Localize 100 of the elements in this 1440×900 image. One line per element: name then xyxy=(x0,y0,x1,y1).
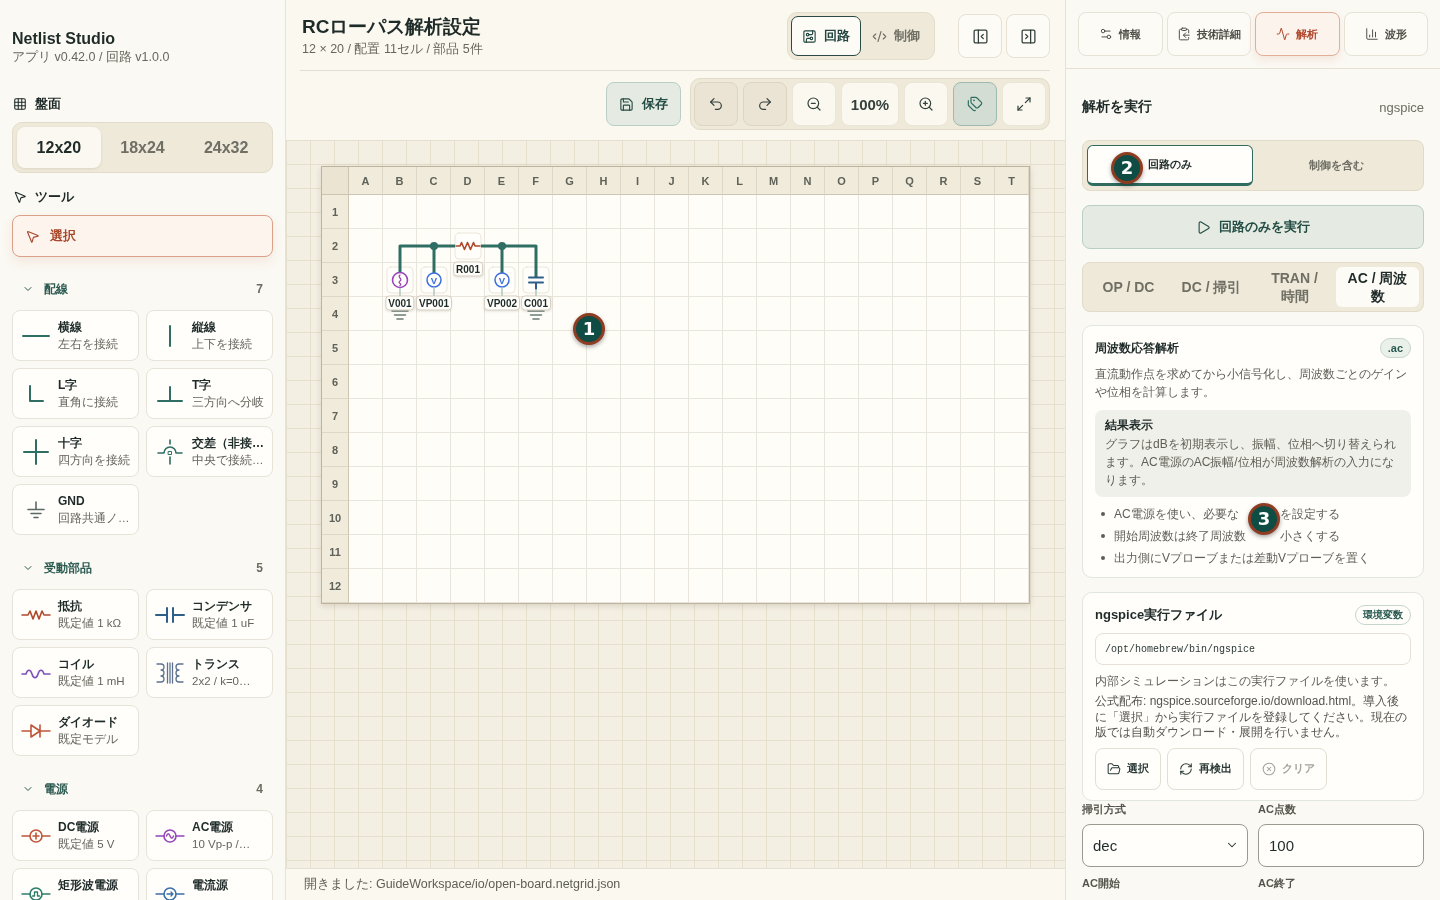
column-header: L xyxy=(723,167,757,195)
analysis-type-tab[interactable]: DC / 掃引 xyxy=(1170,267,1253,307)
palette-item[interactable]: コイル 既定値 1 mH xyxy=(12,647,139,698)
palette-item[interactable]: GND 回路共通ノ… xyxy=(12,484,139,535)
capacitor-symbol xyxy=(522,263,550,298)
sweep-select[interactable]: dec xyxy=(1082,823,1248,867)
palette-item[interactable]: 十字 四方向を接続 xyxy=(12,426,139,477)
app-name: Netlist Studio xyxy=(12,30,116,48)
fullscreen-button[interactable] xyxy=(1002,82,1046,126)
column-header: E xyxy=(485,167,519,195)
code-icon xyxy=(872,28,887,44)
row-header: 8 xyxy=(322,433,349,467)
ac-source-symbol xyxy=(386,263,414,298)
row-header: 9 xyxy=(322,467,349,501)
palette-item[interactable]: 交差（非接… 中央で接続… xyxy=(146,426,273,477)
column-header: C xyxy=(417,167,451,195)
group-title: 配線 xyxy=(44,280,68,298)
zoom-in-button[interactable] xyxy=(904,82,948,126)
engine-name: ngspice xyxy=(1379,99,1424,115)
folder-icon xyxy=(1107,761,1121,776)
view-mode-tab[interactable]: 制御 xyxy=(861,16,931,56)
inspector-tab[interactable]: 技術詳細 xyxy=(1166,12,1251,56)
note-title: 結果表示 xyxy=(1105,418,1153,433)
row-header: 6 xyxy=(322,365,349,399)
palette-item[interactable]: 縦線 上下を接続 xyxy=(146,310,273,361)
inspector-tab[interactable]: 波形 xyxy=(1343,12,1428,56)
expand-icon xyxy=(1016,96,1032,112)
palette-item[interactable]: コンデンサ 既定値 1 uF xyxy=(146,589,273,640)
row-header: 4 xyxy=(322,297,349,331)
part-label: R001 xyxy=(453,261,483,277)
current-source-icon xyxy=(156,886,184,900)
cursor-icon xyxy=(13,190,27,204)
executable-button[interactable]: 再検出 xyxy=(1167,747,1244,790)
inspector-tab[interactable]: 情報 xyxy=(1078,12,1163,56)
inductor-icon xyxy=(22,667,50,678)
palette-item[interactable]: 電流源 xyxy=(146,868,273,900)
analysis-description: 直流動作点を求めてから小信号化し、周波数ごとのゲインや位相を計算します。 xyxy=(1095,366,1408,401)
analysis-type-tab[interactable]: OP / DC xyxy=(1087,267,1170,307)
palette-item[interactable]: トランス 2x2 / k=0… xyxy=(146,647,273,698)
refresh-icon xyxy=(1179,761,1193,776)
analysis-type-tab[interactable]: TRAN / 時間 xyxy=(1253,267,1336,307)
section-title: 盤面 xyxy=(35,96,61,112)
document-summary: 12 × 20 / 配置 11セル / 部品 5件 xyxy=(302,41,483,57)
row-header: 3 xyxy=(322,263,349,297)
board-size-option[interactable]: 24x32 xyxy=(184,127,268,168)
field-label: AC点数 xyxy=(1258,801,1296,816)
left-panel-button[interactable] xyxy=(958,14,1002,58)
run-button[interactable]: 回路のみを実行 xyxy=(1082,205,1424,249)
palette-item[interactable]: DC電源 既定値 5 V xyxy=(12,810,139,861)
group-title: 電源 xyxy=(44,780,68,798)
download-note: 公式配布: ngspice.sourceforge.io/download.html。導入後に「選択」から実行ファイルを登録してください。現在の版では自動ダウンロード・展開を行いません。 xyxy=(1095,694,1408,741)
section-title: ツール xyxy=(35,189,74,205)
row-header: 12 xyxy=(322,569,349,603)
palette-item[interactable]: 抵抗 既定値 1 kΩ xyxy=(12,589,139,640)
group-count: 4 xyxy=(256,782,263,796)
board-size-option[interactable]: 12x20 xyxy=(17,127,101,168)
palette-item[interactable]: ダイオード 既定モデル xyxy=(12,705,139,756)
card-title: ngspice実行ファイル xyxy=(1095,606,1223,624)
save-button[interactable]: 保存 xyxy=(606,82,681,126)
view-mode-tab[interactable]: 回路 xyxy=(791,16,861,56)
bullet-icon xyxy=(1101,512,1105,516)
path-input[interactable]: /opt/homebrew/bin/ngspice xyxy=(1095,633,1411,665)
column-header: M xyxy=(757,167,791,195)
square-wave-source-icon xyxy=(22,886,50,900)
labels-toggle-button[interactable] xyxy=(953,82,997,126)
redo-icon xyxy=(757,96,773,112)
palette-item[interactable]: AC電源 10 Vp-p /… xyxy=(146,810,273,861)
part-label: C001 xyxy=(521,295,551,311)
panel-left-icon xyxy=(971,27,989,45)
t-junction-icon xyxy=(157,385,183,402)
bullet-icon xyxy=(1101,534,1105,538)
palette-item[interactable]: T字 三方向へ分岐 xyxy=(146,368,273,419)
column-header: P xyxy=(859,167,893,195)
zoom-level-button[interactable]: 100% xyxy=(841,82,899,126)
select-tool-button[interactable]: 選択 xyxy=(12,215,273,257)
undo-button[interactable] xyxy=(694,82,738,126)
column-header: Q xyxy=(893,167,927,195)
env-var-button[interactable]: 環境変数 xyxy=(1355,605,1411,625)
cursor-icon xyxy=(25,228,40,244)
capacitor-icon xyxy=(156,606,184,623)
analysis-type-tab[interactable]: AC / 周波数 xyxy=(1336,267,1419,307)
column-header: H xyxy=(587,167,621,195)
undo-icon xyxy=(708,96,724,112)
palette-item[interactable]: L字 直角に接続 xyxy=(12,368,139,419)
board-size-option[interactable]: 18x24 xyxy=(100,127,185,168)
panel-heading: 解析を実行 xyxy=(1082,98,1152,116)
run-scope-option[interactable]: 制御を含む xyxy=(1253,145,1419,186)
palette-item[interactable]: 横線 左右を接続 xyxy=(12,310,139,361)
zoom-out-button[interactable] xyxy=(792,82,836,126)
executable-button[interactable]: 選択 xyxy=(1095,747,1161,790)
part-label: VP001 xyxy=(416,295,452,311)
number-input[interactable]: 100 xyxy=(1258,823,1424,867)
inspector-tab[interactable]: 解析 xyxy=(1255,12,1340,56)
field-label: 掃引方式 xyxy=(1082,801,1126,816)
right-panel-button[interactable] xyxy=(1006,14,1050,58)
palette-item[interactable]: 矩形波電源 xyxy=(12,868,139,900)
row-header: 10 xyxy=(322,501,349,535)
column-header: O xyxy=(825,167,859,195)
redo-button[interactable] xyxy=(743,82,787,126)
ground-icon xyxy=(27,500,45,519)
